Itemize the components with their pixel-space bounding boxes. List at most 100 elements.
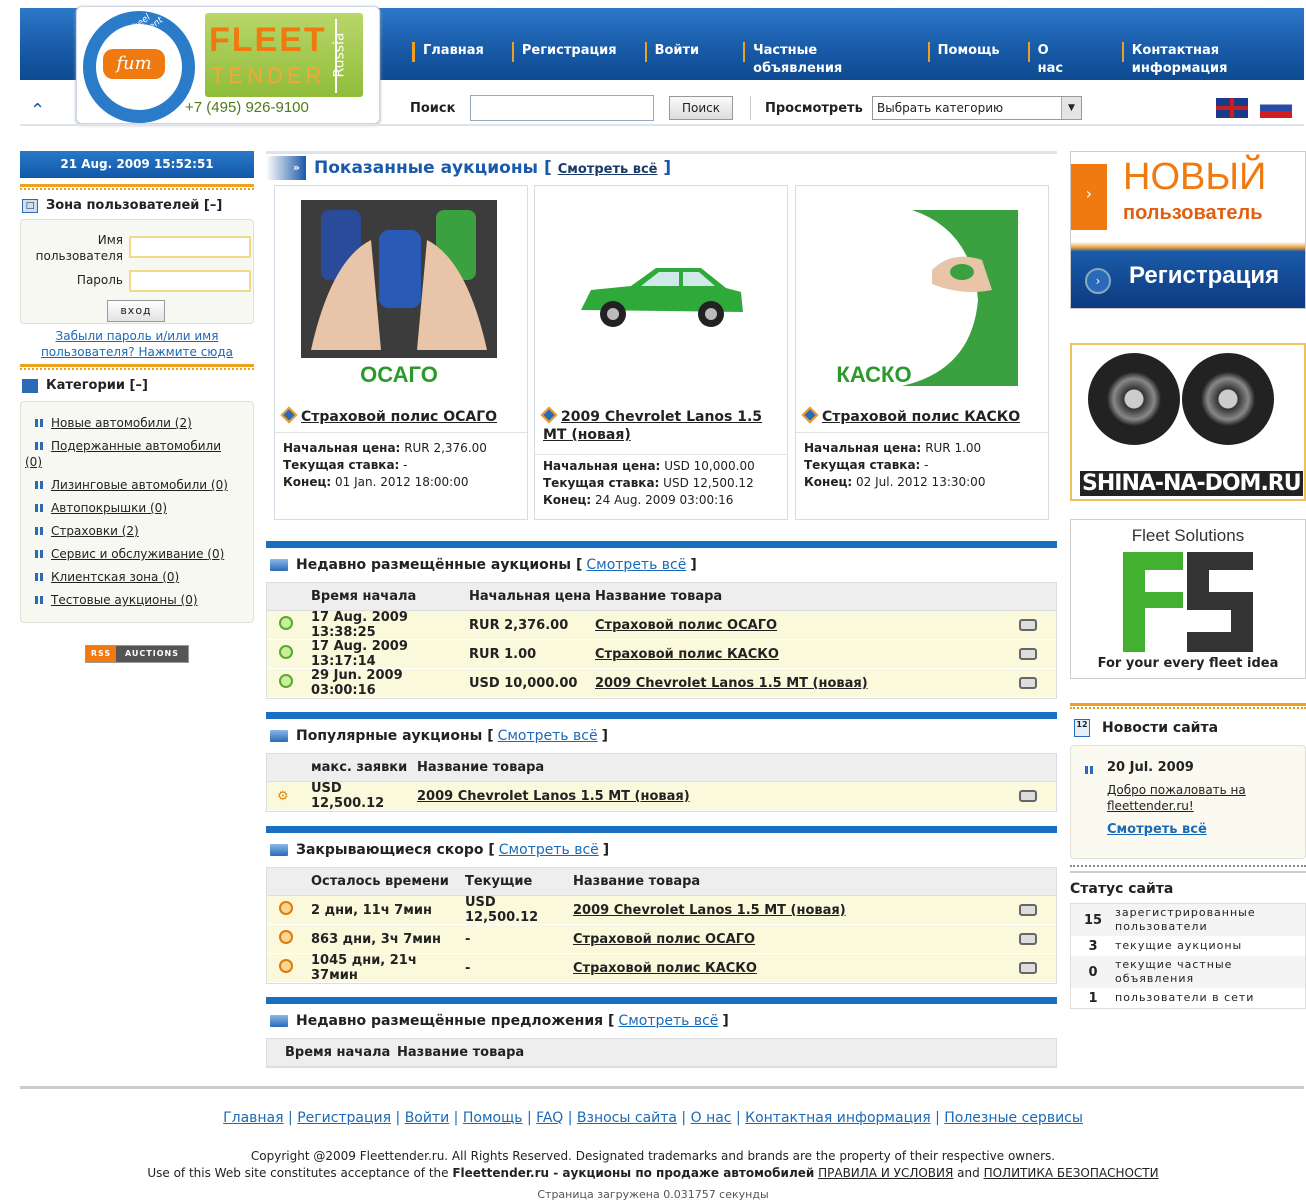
category-link[interactable]: Страховки (2) — [51, 524, 139, 538]
featured-title-link[interactable]: Страховой полис КАСКО — [801, 406, 1044, 426]
item-link[interactable]: Страховой полис КАСКО — [573, 961, 1019, 976]
footer-link-help[interactable]: Помощь — [463, 1110, 523, 1126]
news-view-all-link[interactable]: Смотреть всё — [1107, 822, 1207, 837]
category-link[interactable]: Сервис и обслуживание (0) — [51, 547, 224, 561]
view-all-link[interactable]: Смотреть всё — [498, 728, 598, 744]
view-all-link[interactable]: Смотреть всё — [499, 842, 599, 858]
camera-icon[interactable] — [1019, 648, 1037, 660]
category-link[interactable]: Лизинговые автомобили (0) — [51, 478, 228, 492]
nav-contact[interactable]: Контактная информация — [1121, 42, 1306, 76]
privacy-link[interactable]: ПОЛИТИКА БЕЗОПАСНОСТИ — [984, 1166, 1159, 1180]
category-item[interactable]: Клиентская зона (0) — [25, 566, 249, 589]
login-button[interactable]: вход — [107, 300, 165, 322]
recent-auctions-section: Недавно размещённые аукционы [ Смотреть … — [266, 541, 1057, 699]
nav-help[interactable]: Помощь — [927, 42, 1000, 62]
footer-link-faq[interactable]: FAQ — [536, 1110, 563, 1126]
category-link[interactable]: Подержанные автомобили (0) — [25, 439, 221, 469]
nav-login[interactable]: Войти — [644, 42, 699, 62]
item-link[interactable]: 2009 Chevrolet Lanos 1.5 MT (новая) — [573, 903, 1019, 918]
category-item[interactable]: Тестовые аукционы (0) — [25, 589, 249, 612]
item-link[interactable]: 2009 Chevrolet Lanos 1.5 MT (новая) — [417, 789, 1019, 804]
nav-private-ads[interactable]: Частные объявления — [743, 42, 900, 76]
category-link[interactable]: Клиентская зона (0) — [51, 570, 179, 584]
camera-icon[interactable] — [1019, 933, 1037, 945]
register-banner-button[interactable]: Регистрация — [1129, 262, 1279, 290]
featured-image[interactable]: КАСКО — [822, 200, 1018, 390]
footer-link-register[interactable]: Регистрация — [297, 1110, 391, 1126]
item-link[interactable]: 2009 Chevrolet Lanos 1.5 MT (новая) — [595, 676, 1019, 691]
search-input[interactable] — [470, 95, 654, 121]
categories-header[interactable]: Категории [–] — [20, 370, 254, 399]
featured-image[interactable] — [561, 200, 757, 360]
camera-icon[interactable] — [1019, 904, 1037, 916]
featured-title-link[interactable]: Страховой полис ОСАГО — [280, 406, 523, 426]
new-user-banner[interactable]: › НОВЫЙ пользователь › Регистрация — [1070, 151, 1306, 309]
camera-icon[interactable] — [1019, 790, 1037, 802]
nav-home[interactable]: Главная — [412, 42, 484, 62]
russia-flag-icon[interactable] — [1260, 98, 1292, 118]
view-all-link[interactable]: Смотреть всё — [586, 557, 686, 573]
right-column: › НОВЫЙ пользователь › Регистрация SHINA… — [1070, 151, 1306, 1009]
fleet-solutions-banner[interactable]: Fleet Solutions For your every fleet ide… — [1070, 519, 1306, 679]
news-header: 12 Новости сайта — [1070, 709, 1306, 745]
featured-card[interactable]: 2009 Chevrolet Lanos 1.5 MT (новая) Нача… — [534, 185, 788, 520]
section-bar — [266, 712, 1057, 719]
footer-link-fees[interactable]: Взносы сайта — [577, 1110, 677, 1126]
footer-link-about[interactable]: О нас — [691, 1110, 732, 1126]
category-item[interactable]: Сервис и обслуживание (0) — [25, 543, 249, 566]
category-item[interactable]: Подержанные автомобили (0) — [25, 435, 249, 474]
item-link[interactable]: Страховой полис ОСАГО — [573, 932, 1019, 947]
table-row[interactable]: ⚙ USD 12,500.12 2009 Chevrolet Lanos 1.5… — [267, 781, 1056, 811]
username-field[interactable] — [129, 236, 251, 258]
table-row[interactable]: 17 Aug. 2009 13:38:25 RUR 2,376.00 Страх… — [267, 610, 1056, 640]
table-row[interactable]: 1045 дни, 21ч 37мин - Страховой полис КА… — [267, 953, 1056, 983]
featured-header: » Показанные аукционы [ Смотреть всё ] — [266, 151, 1057, 181]
camera-icon[interactable] — [1019, 677, 1037, 689]
table-row[interactable]: 2 дни, 11ч 7мин USD 12,500.12 2009 Chevr… — [267, 895, 1056, 925]
section-header: Популярные аукционы [ Смотреть всё ] — [266, 719, 1057, 753]
camera-icon[interactable] — [1019, 962, 1037, 974]
category-link[interactable]: Тестовые аукционы (0) — [51, 593, 198, 607]
fs-logo-s — [1187, 552, 1253, 652]
category-link[interactable]: Автопокрышки (0) — [51, 501, 167, 515]
camera-icon[interactable] — [1019, 619, 1037, 631]
featured-card[interactable]: КАСКО Страховой полис КАСКО Начальная це… — [795, 185, 1049, 520]
featured-image[interactable]: ОСАГО — [301, 200, 497, 387]
status-table: 15 зарегистрированные пользователи 3 текущи… — [1070, 903, 1306, 1009]
featured-view-all-link[interactable]: Смотреть всё — [558, 162, 658, 177]
table-row[interactable]: 17 Aug. 2009 13:17:14 RUR 1.00 Страховой… — [267, 639, 1056, 669]
footer-link-contact[interactable]: Контактная информация — [745, 1110, 930, 1126]
user-zone-header[interactable]: □ Зона пользователей [–] — [20, 190, 254, 219]
category-item[interactable]: Страховки (2) — [25, 520, 249, 543]
table-row[interactable]: 29 Jun. 2009 03:00:16 USD 10,000.00 2009… — [267, 668, 1056, 698]
terms-link[interactable]: ПРАВИЛА И УСЛОВИЯ — [818, 1166, 953, 1180]
footer-link-services[interactable]: Полезные сервисы — [944, 1110, 1083, 1126]
featured-title-link[interactable]: 2009 Chevrolet Lanos 1.5 MT (новая) — [540, 406, 783, 444]
shina-na-dom-banner[interactable]: SHINA-NA-DOM.RU — [1070, 343, 1306, 501]
footer-link-login[interactable]: Войти — [405, 1110, 450, 1126]
uk-flag-icon[interactable] — [1216, 98, 1248, 118]
category-item[interactable]: Автопокрышки (0) — [25, 497, 249, 520]
rss-auctions-button[interactable]: RSS AUCTIONS — [85, 645, 189, 663]
category-link[interactable]: Новые автомобили (2) — [51, 416, 192, 430]
home-icon[interactable]: ⌃ — [30, 100, 45, 121]
category-select[interactable]: Выбрать категорию ▼ — [872, 96, 1082, 120]
featured-card[interactable]: ОСАГО Страховой полис ОСАГО Начальная це… — [274, 185, 528, 520]
item-link[interactable]: Страховой полис ОСАГО — [595, 618, 1019, 633]
nav-register[interactable]: Регистрация — [511, 42, 617, 62]
category-item[interactable]: Новые автомобили (2) — [25, 412, 249, 435]
forgot-password-link[interactable]: Забыли пароль и/или имя пользователя? На… — [20, 324, 254, 364]
arrow-circle-icon: › — [1085, 268, 1111, 294]
nav-about[interactable]: О нас — [1027, 42, 1076, 76]
category-item[interactable]: Лизинговые автомобили (0) — [25, 474, 249, 497]
search-button[interactable]: Поиск — [669, 96, 733, 120]
diamond-bullet-icon — [540, 406, 558, 424]
item-link[interactable]: Страховой полис КАСКО — [595, 647, 1019, 662]
footer-link-home[interactable]: Главная — [223, 1110, 283, 1126]
view-all-link[interactable]: Смотреть всё — [618, 1013, 718, 1029]
categories-panel: Новые автомобили (2) Подержанные автомоб… — [20, 401, 254, 623]
divider — [796, 432, 1048, 433]
table-row[interactable]: 863 дни, 3ч 7мин - Страховой полис ОСАГО — [267, 925, 1056, 954]
password-field[interactable] — [129, 270, 251, 292]
news-item-link[interactable]: Добро пожаловать на fleettender.ru! — [1107, 782, 1246, 814]
